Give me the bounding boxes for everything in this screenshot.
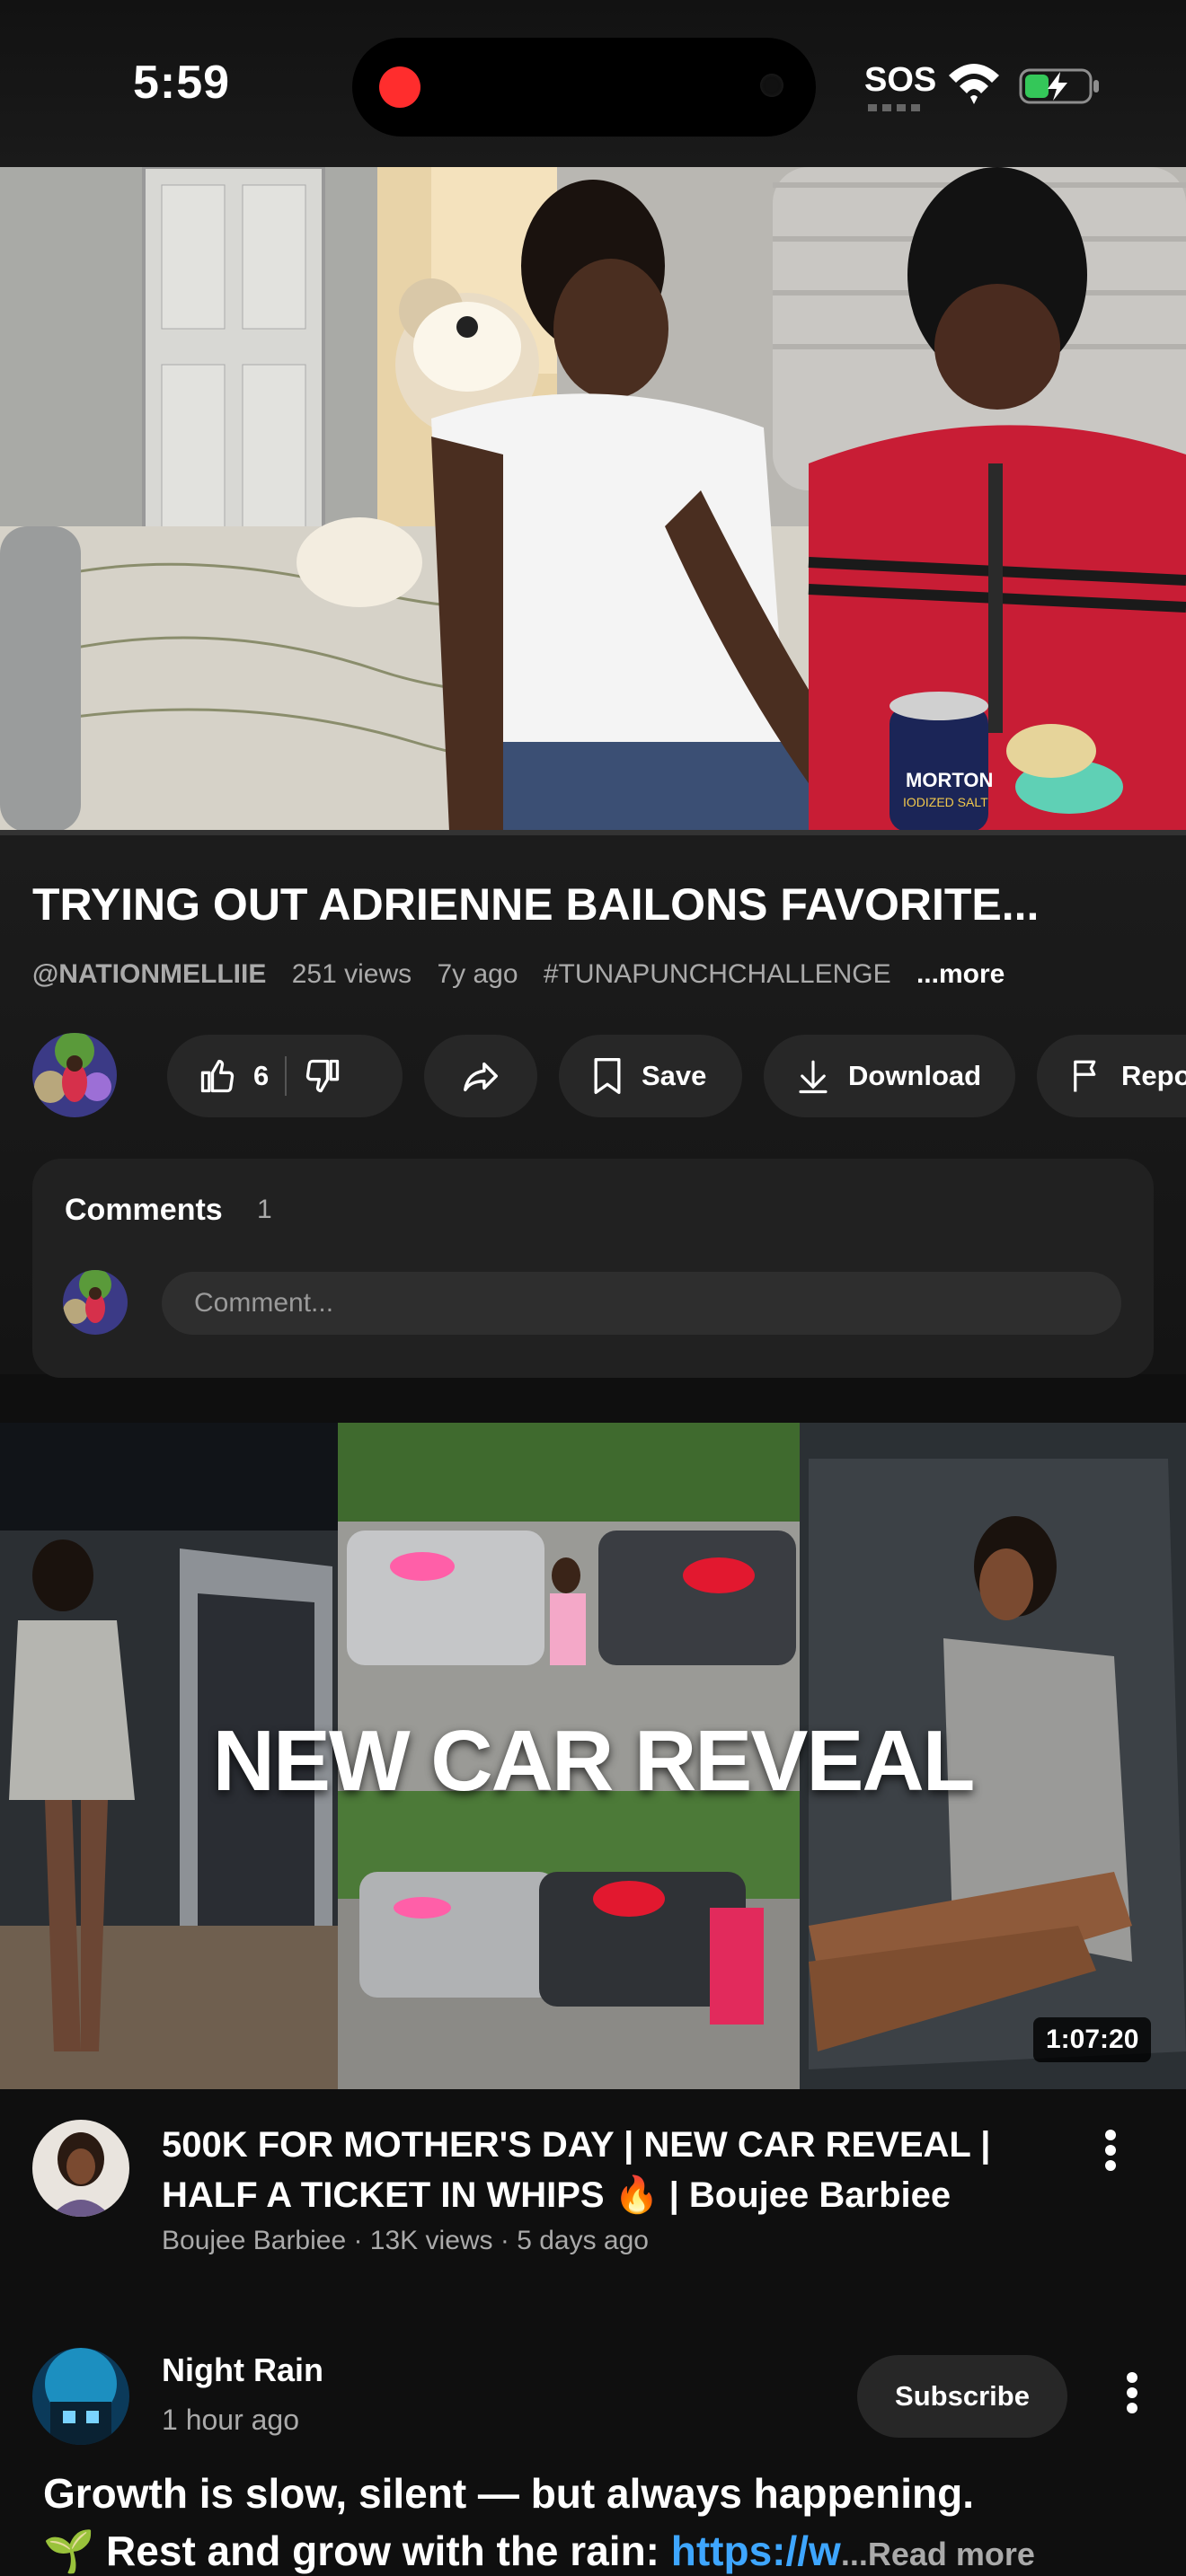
share-icon [464,1062,498,1092]
read-more-link[interactable]: Read more [868,2536,1035,2572]
download-label: Download [848,1060,982,1091]
comments-count: 1 [257,1195,272,1224]
salt-can-sublabel: IODIZED SALT [903,795,988,809]
battery-charging-icon [1019,68,1099,104]
status-bar: 5:59 SOS [0,0,1186,167]
share-button[interactable] [424,1035,537,1117]
subscribe-button[interactable]: Subscribe [857,2355,1067,2438]
post-line-1: Growth is slow, silent — but always happ… [43,2470,974,2517]
flag-icon [1074,1060,1096,1092]
video-frame-image: MORTON IODIZED SALT [0,167,1186,832]
channel-avatar[interactable] [32,1033,117,1117]
dynamic-island [352,38,816,137]
signal-dots-icon [868,104,924,111]
salt-can-label: MORTON [906,769,993,791]
video-age: 7y ago [437,959,518,989]
channel-handle[interactable]: @NATIONMELLIIE [32,959,266,989]
comment-input[interactable] [162,1272,1121,1335]
bookmark-icon [594,1058,621,1094]
next-video-meta: Boujee Barbiee · 13K views · 5 days ago [162,2226,649,2255]
thumbnail-overlay-text: NEW CAR REVEAL [212,1713,976,1809]
download-icon [799,1060,828,1094]
post-ellipsis: ... [840,2536,868,2572]
post-line-2: 🌱 Rest and grow with the rain: https://w… [43,2522,1166,2576]
more-link[interactable]: ...more [916,959,1005,989]
report-label: Report [1121,1060,1186,1091]
post-time: 1 hour ago [162,2404,300,2436]
post-link[interactable]: https://w [671,2527,841,2574]
post-line-2-prefix: 🌱 Rest and grow with the rain: [43,2527,671,2574]
status-time: 5:59 [133,57,231,109]
download-button[interactable]: Download [764,1035,1015,1117]
duration-badge: 1:07:20 [1033,2017,1152,2062]
hashtag-link[interactable]: #TUNAPUNCHCHALLENGE [544,959,891,989]
more-options-icon[interactable] [1093,2125,1128,2179]
video-title[interactable]: TRYING OUT ADRIENNE BAILONS FAVORITE... [32,878,1164,931]
front-camera-icon [760,74,783,97]
video-meta-row[interactable]: @NATIONMELLIIE 251 views 7y ago #TUNAPUN… [32,959,1022,990]
user-avatar [63,1270,128,1335]
like-divider [285,1056,288,1096]
comments-heading: Comments [65,1193,223,1227]
next-video-title[interactable]: 500K FOR MOTHER'S DAY | NEW CAR REVEAL |… [162,2120,1060,2220]
action-row: 6 Save Download Report [0,1031,1186,1121]
post-more-options-icon[interactable] [1114,2368,1150,2422]
channel-avatar-boujee[interactable] [32,2120,129,2217]
save-label: Save [642,1060,707,1091]
save-button[interactable]: Save [559,1035,742,1117]
post-author-avatar[interactable] [32,2348,129,2445]
post-author-name[interactable]: Night Rain [162,2351,323,2389]
sos-indicator: SOS [864,61,937,99]
recording-indicator-icon [379,66,420,108]
like-dislike-group: 6 [167,1035,403,1117]
post-text[interactable]: Growth is slow, silent — but always happ… [43,2465,1166,2576]
thumbs-up-icon[interactable] [198,1056,237,1096]
view-count: 251 views [291,959,412,989]
video-player[interactable]: MORTON IODIZED SALT [0,167,1186,832]
report-button[interactable]: Report [1037,1035,1186,1117]
like-count[interactable]: 6 [253,1060,269,1092]
comments-card[interactable]: Comments 1 [32,1159,1154,1378]
thumbs-down-icon[interactable] [303,1056,342,1096]
wifi-icon [949,64,999,104]
